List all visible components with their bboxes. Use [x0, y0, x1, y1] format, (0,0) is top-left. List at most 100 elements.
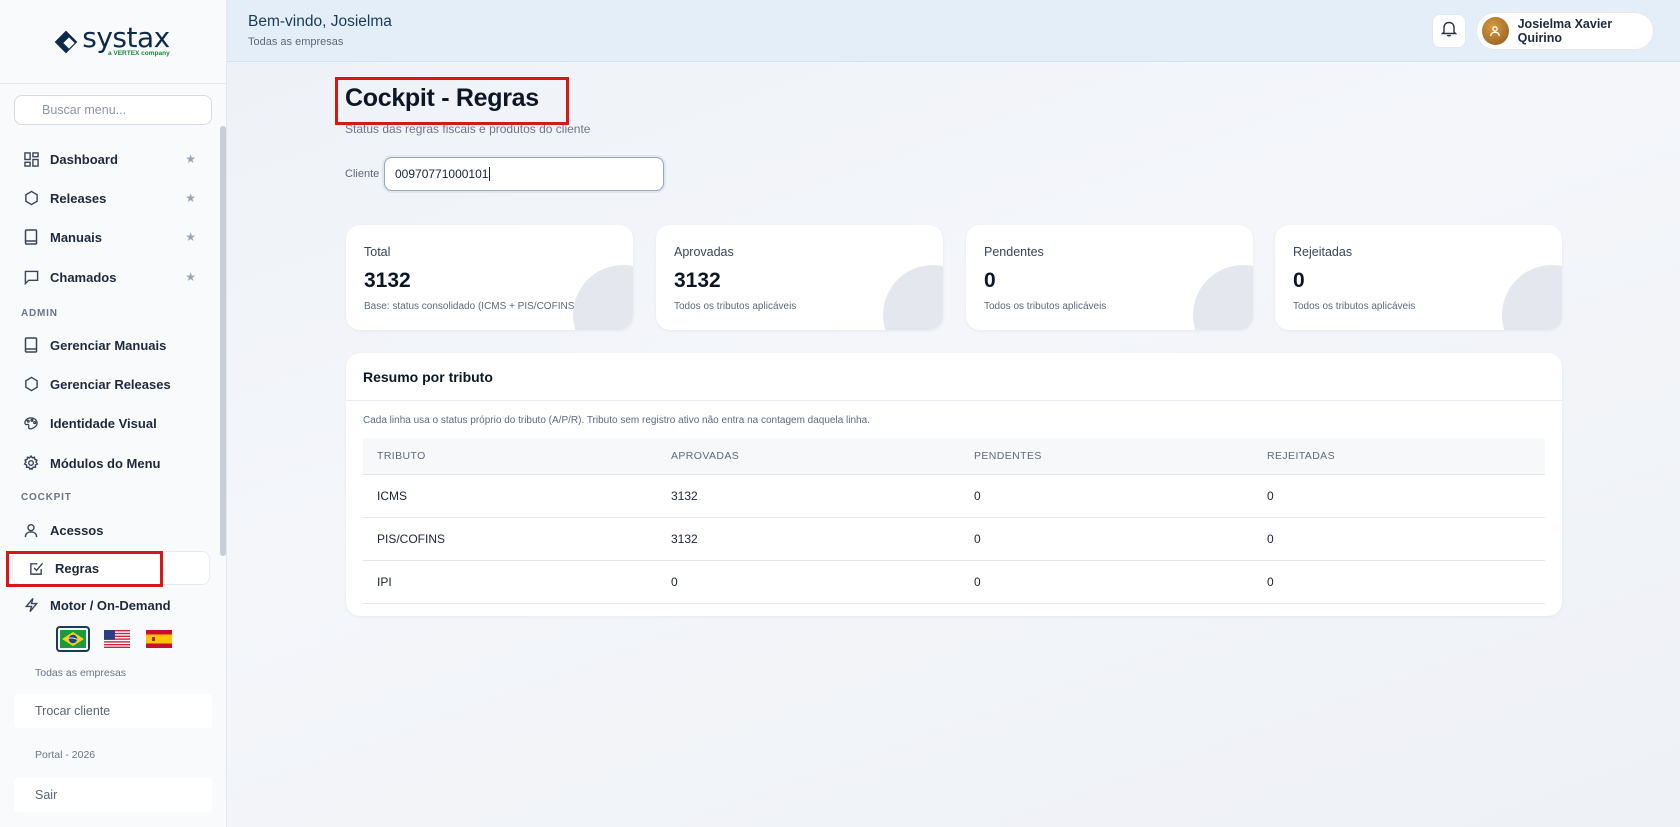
stat-card-total: Total 3132 Base: status consolidado (ICM… — [346, 225, 633, 330]
sidebar-item-manuais[interactable]: Manuais ★ — [10, 220, 210, 254]
table-cell: 3132 — [671, 532, 698, 546]
welcome-text: Bem-vindo, Josielma — [248, 13, 392, 30]
client-input-value: 00970771000101 — [395, 167, 489, 181]
stat-value: 3132 — [364, 269, 411, 292]
table-cell: 0 — [974, 489, 981, 503]
notifications-button[interactable] — [1432, 14, 1466, 48]
stat-description: Base: status consolidado (ICMS + PIS/COF… — [364, 301, 602, 312]
sidebar-item-label: Regras — [55, 560, 100, 576]
table-cell: 0 — [974, 575, 981, 589]
sidebar-item-acessos[interactable]: Acessos — [10, 513, 210, 547]
table-row: ICMS 3132 0 0 — [363, 475, 1545, 518]
star-icon[interactable]: ★ — [185, 152, 196, 166]
stat-label: Pendentes — [984, 245, 1044, 259]
sidebar-item-gerenciar-manuais[interactable]: Gerenciar Manuais — [10, 328, 210, 362]
summary-note: Cada linha usa o status próprio do tribu… — [363, 415, 870, 426]
logo-area: systax a VERTEX company — [0, 0, 226, 84]
sidebar-item-regras[interactable]: Regras — [12, 551, 210, 585]
stat-value: 0 — [984, 269, 996, 292]
sidebar-item-motor-on-demand[interactable]: Motor / On-Demand — [10, 588, 210, 622]
text-caret — [489, 167, 491, 181]
palette-icon — [22, 414, 40, 432]
logout-button[interactable]: Sair — [14, 778, 212, 812]
sidebar-item-identidade-visual[interactable]: Identidade Visual — [10, 406, 210, 440]
table-cell: 3132 — [671, 489, 698, 503]
sidebar-item-label: Identidade Visual — [50, 415, 157, 431]
sidebar-item-dashboard[interactable]: Dashboard ★ — [10, 142, 210, 176]
table-cell: 0 — [974, 532, 981, 546]
stat-card-pendentes: Pendentes 0 Todos os tributos aplicáveis — [966, 225, 1253, 330]
column-header[interactable]: TRIBUTO — [363, 450, 657, 462]
star-icon[interactable]: ★ — [185, 230, 196, 244]
flag-usa-icon[interactable] — [102, 628, 132, 650]
star-icon[interactable]: ★ — [185, 270, 196, 284]
decorative-circle — [1193, 265, 1253, 330]
column-header[interactable]: REJEITADAS — [1253, 450, 1545, 462]
grid-icon — [22, 150, 40, 168]
table-header: TRIBUTO APROVADAS PENDENTES REJEITADAS — [363, 438, 1545, 475]
company-scope: Todas as empresas — [35, 667, 127, 679]
summary-card: Resumo por tributo Cada linha usa o stat… — [346, 353, 1562, 616]
flag-brazil-icon[interactable] — [56, 626, 90, 652]
table-cell: IPI — [377, 575, 392, 589]
decorative-circle — [573, 265, 633, 330]
hexagon-icon — [22, 375, 40, 393]
stat-card-rejeitadas: Rejeitadas 0 Todos os tributos aplicávei… — [1275, 225, 1562, 330]
sidebar-item-gerenciar-releases[interactable]: Gerenciar Releases — [10, 367, 210, 401]
star-icon[interactable]: ★ — [185, 191, 196, 205]
flag-spain-icon[interactable] — [144, 628, 174, 650]
sidebar-item-chamados[interactable]: Chamados ★ — [10, 260, 210, 294]
user-icon — [22, 521, 40, 539]
sidebar-item-releases[interactable]: Releases ★ — [10, 181, 210, 215]
hexagon-icon — [22, 189, 40, 207]
sidebar-item-label: Chamados — [50, 269, 117, 285]
decorative-circle — [1502, 265, 1562, 330]
top-header: Bem-vindo, Josielma Todas as empresas Jo… — [227, 0, 1680, 62]
logo-word: systax — [82, 21, 170, 54]
table-row: IPI 0 0 0 — [363, 561, 1545, 604]
table-cell: PIS/COFINS — [377, 532, 446, 546]
switch-client-button[interactable]: Trocar cliente — [14, 694, 212, 728]
sidebar-item-modulos-menu[interactable]: Módulos do Menu — [10, 446, 210, 480]
avatar — [1482, 17, 1509, 45]
section-label-admin: ADMIN — [21, 308, 58, 319]
table-cell: 0 — [671, 575, 678, 589]
portal-version: Portal - 2026 — [35, 749, 96, 761]
gear-icon — [22, 454, 40, 472]
switch-client-label: Trocar cliente — [35, 704, 111, 718]
logo-diamond-icon — [54, 30, 80, 54]
systax-logo[interactable]: systax a VERTEX company — [54, 21, 170, 58]
stat-label: Aprovadas — [674, 245, 734, 259]
book-icon — [22, 336, 40, 354]
stat-label: Rejeitadas — [1293, 245, 1353, 259]
page-subtitle: Status das regras fiscais e produtos do … — [345, 122, 591, 136]
sidebar-item-label: Dashboard — [50, 151, 118, 167]
page-title: Cockpit - Regras — [345, 84, 539, 112]
sidebar-item-label: Módulos do Menu — [50, 455, 161, 471]
user-name: Josielma Xavier Quirino — [1517, 17, 1613, 45]
client-input[interactable]: 00970771000101 — [384, 157, 664, 191]
column-header[interactable]: APROVADAS — [657, 450, 960, 462]
language-selector — [56, 626, 174, 652]
stat-value: 0 — [1293, 269, 1305, 292]
chat-icon — [22, 268, 40, 286]
decorative-circle — [883, 265, 943, 330]
menu-search-input[interactable]: Buscar menu... — [14, 95, 212, 125]
sidebar-item-label: Manuais — [50, 229, 103, 245]
stat-label: Total — [364, 245, 391, 259]
stat-value: 3132 — [674, 269, 721, 292]
section-label-cockpit: COCKPIT — [21, 492, 72, 503]
table-cell: 0 — [1267, 575, 1274, 589]
book-icon — [22, 228, 40, 246]
stat-description: Todos os tributos aplicáveis — [984, 301, 1107, 312]
sidebar-item-label: Acessos — [50, 522, 104, 538]
column-header[interactable]: PENDENTES — [960, 450, 1253, 462]
sidebar-item-label: Gerenciar Releases — [50, 376, 171, 392]
user-menu[interactable]: Josielma Xavier Quirino — [1476, 12, 1654, 50]
sidebar-scrollbar[interactable] — [220, 126, 226, 556]
logout-label: Sair — [35, 788, 58, 802]
bell-icon — [1440, 20, 1458, 42]
stat-card-aprovadas: Aprovadas 3132 Todos os tributos aplicáv… — [656, 225, 943, 330]
client-label: Cliente — [345, 168, 380, 180]
sidebar: systax a VERTEX company Buscar menu... D… — [0, 0, 227, 827]
